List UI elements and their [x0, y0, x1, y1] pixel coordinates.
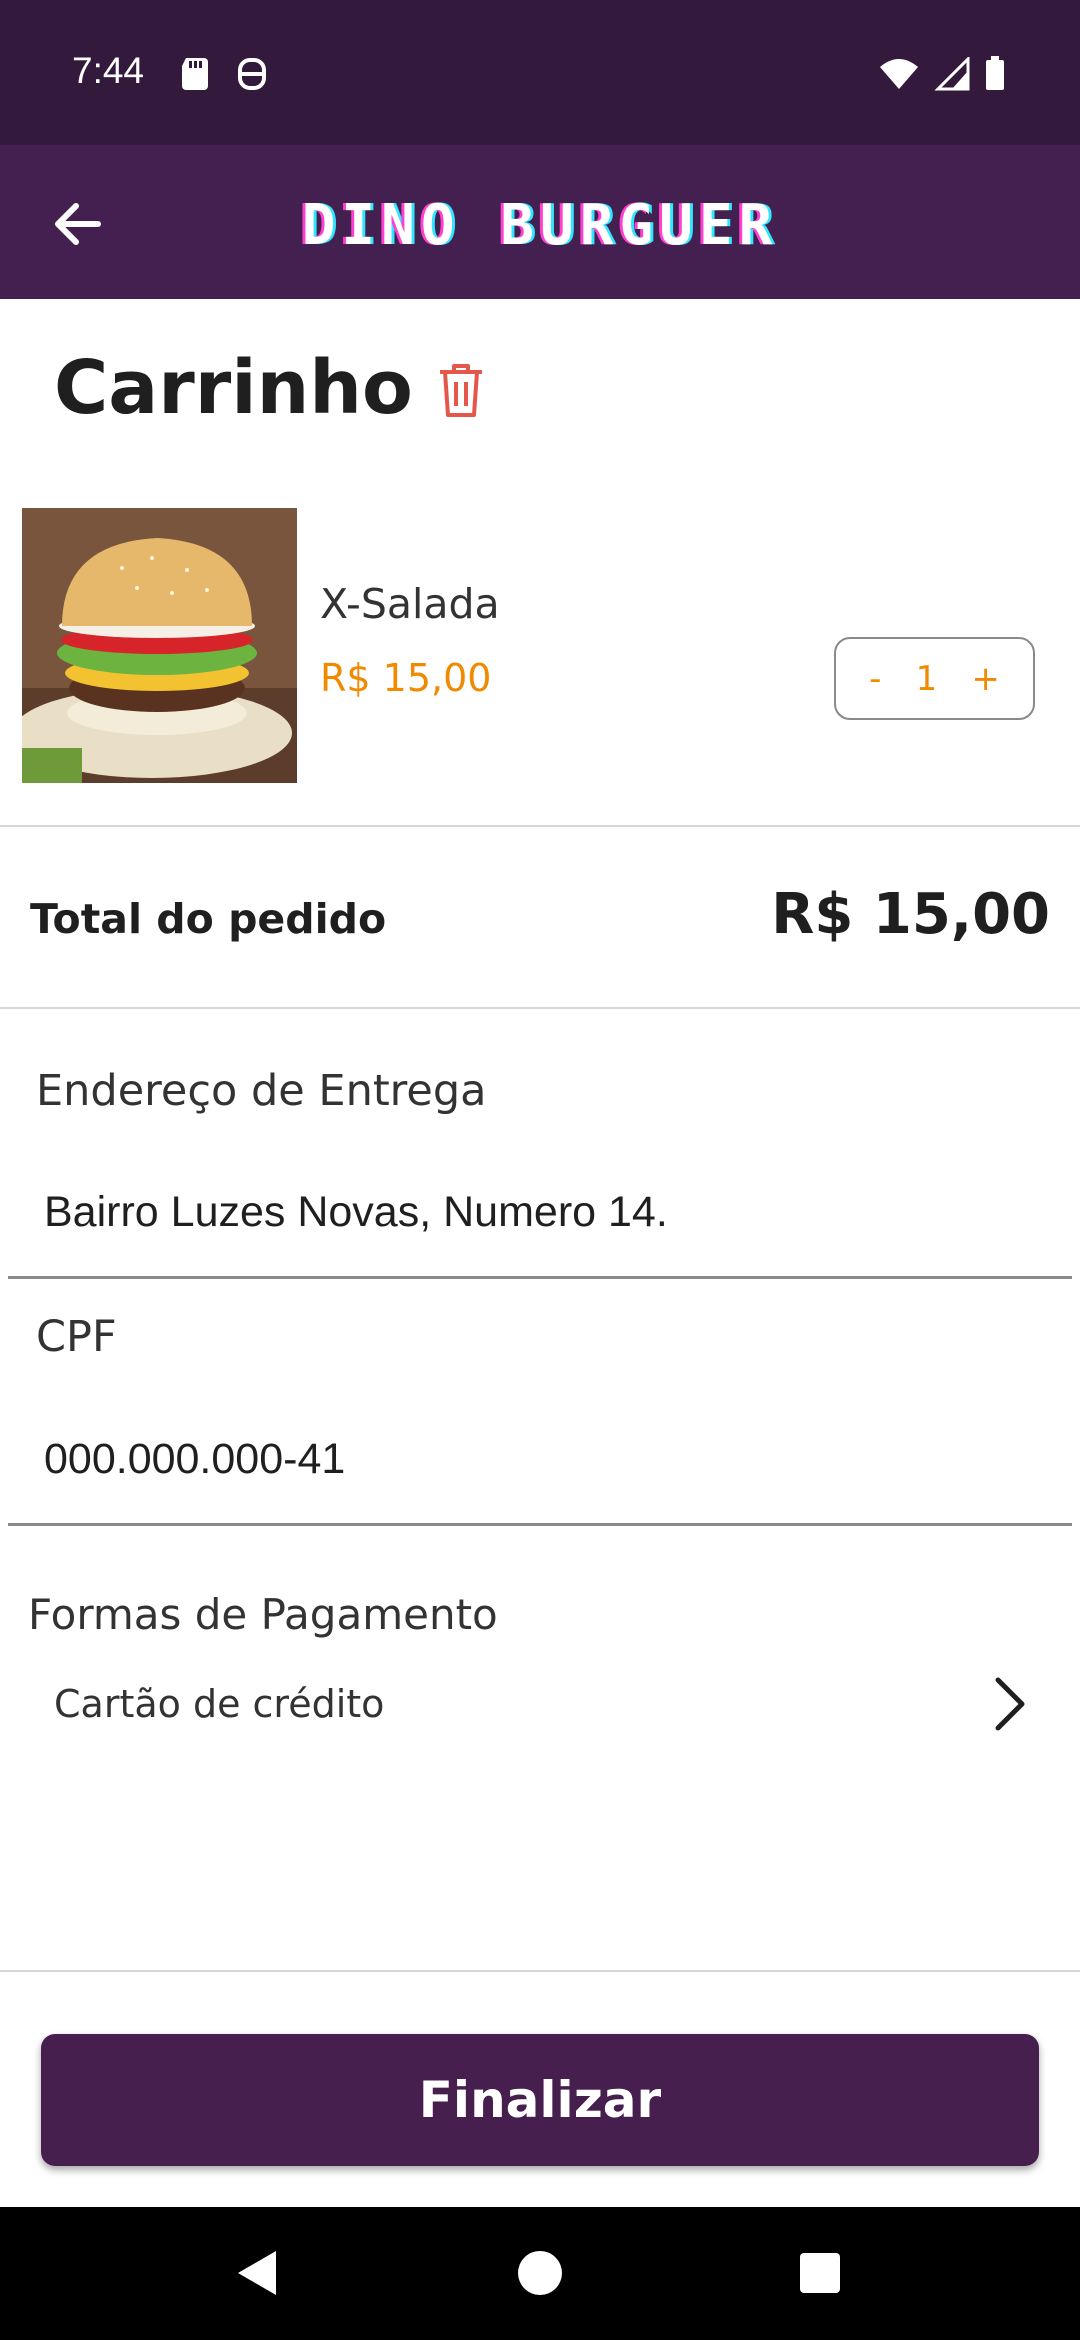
divider — [0, 1007, 1080, 1009]
page-title: Carrinho — [54, 345, 413, 431]
triangle-back-icon[interactable] — [228, 2243, 288, 2303]
battery-icon — [984, 56, 1006, 96]
item-name: X-Salada — [320, 580, 500, 628]
sd-card-icon — [180, 56, 210, 96]
item-price: R$ 15,00 — [320, 656, 492, 700]
clear-cart-button[interactable] — [436, 360, 496, 426]
order-total-label: Total do pedido — [30, 895, 387, 943]
app-bar: DINO BURGUER — [0, 145, 1080, 299]
cpf-label: CPF — [36, 1312, 117, 1362]
chevron-right-icon — [995, 1677, 1025, 1731]
assistant-icon — [236, 56, 268, 96]
status-time: 7:44 — [72, 50, 145, 91]
address-label: Endereço de Entrega — [36, 1066, 487, 1116]
payment-method-value: Cartão de crédito — [54, 1682, 385, 1726]
address-field[interactable] — [44, 1188, 1044, 1237]
address-field-underline — [8, 1276, 1072, 1279]
wifi-icon — [878, 57, 920, 95]
quantity-value: 1 — [915, 658, 938, 699]
square-recents-icon[interactable] — [790, 2243, 850, 2303]
arrow-left-icon — [55, 203, 101, 245]
status-bar: 7:44 — [0, 0, 1080, 145]
decrement-button[interactable]: - — [869, 659, 881, 699]
payment-methods-title: Formas de Pagamento — [28, 1590, 498, 1639]
back-button[interactable] — [40, 187, 114, 261]
circle-home-icon[interactable] — [510, 2243, 570, 2303]
trash-icon — [440, 364, 482, 417]
cpf-field-underline — [8, 1523, 1072, 1526]
payment-method-selector[interactable]: Cartão de crédito — [0, 1660, 1080, 1750]
order-total-value: R$ 15,00 — [771, 882, 1050, 947]
divider — [0, 825, 1080, 827]
item-image-burger — [22, 508, 297, 783]
signal-icon — [934, 55, 970, 95]
finalize-button[interactable]: Finalizar — [41, 2034, 1039, 2166]
divider — [0, 1970, 1080, 1972]
quantity-stepper: - 1 + — [834, 637, 1035, 720]
app-title: DINO BURGUER — [301, 193, 779, 258]
increment-button[interactable]: + — [971, 659, 1000, 699]
cpf-field[interactable] — [44, 1435, 1044, 1484]
system-nav-bar — [0, 2207, 1080, 2340]
